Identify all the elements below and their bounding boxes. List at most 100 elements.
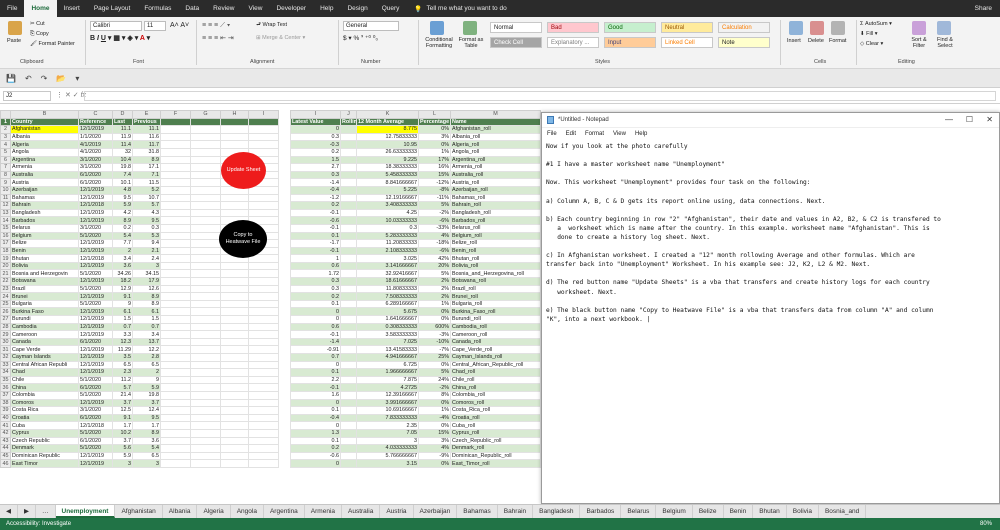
cell[interactable] bbox=[248, 261, 279, 271]
cell[interactable] bbox=[190, 140, 221, 149]
cell[interactable]: East_Timor_roll bbox=[450, 459, 541, 468]
cell[interactable] bbox=[160, 246, 191, 256]
cell[interactable] bbox=[220, 315, 249, 324]
cell[interactable]: 3.7 bbox=[132, 398, 161, 408]
sort-filter-button[interactable]: Sort & Filter bbox=[906, 37, 932, 49]
cell[interactable] bbox=[220, 360, 249, 370]
row-number[interactable]: 38 bbox=[0, 398, 11, 408]
cell[interactable]: 3.7 bbox=[112, 436, 133, 446]
cell[interactable]: Croatia bbox=[10, 413, 79, 423]
column-header[interactable]: J bbox=[340, 110, 357, 119]
row-number[interactable]: 33 bbox=[0, 360, 11, 370]
cell[interactable]: 32 bbox=[112, 147, 133, 157]
cell[interactable]: Bahamas bbox=[10, 193, 79, 203]
cell[interactable]: 5/1/2020 bbox=[78, 375, 113, 385]
save-icon[interactable]: 💾 bbox=[6, 74, 16, 83]
sheet-tab[interactable]: Bosnia_and bbox=[819, 505, 867, 518]
cell[interactable] bbox=[248, 383, 279, 392]
cell[interactable] bbox=[160, 292, 191, 301]
corner-cell[interactable] bbox=[0, 110, 11, 119]
cell[interactable] bbox=[190, 398, 221, 408]
wrap-text-button[interactable]: ⮐ Wrap Text bbox=[256, 21, 287, 30]
cell[interactable]: 17.1 bbox=[132, 163, 161, 172]
sheet-tab[interactable]: Bangladesh bbox=[533, 505, 581, 518]
cell[interactable]: Chad bbox=[10, 368, 79, 377]
row-number[interactable]: 43 bbox=[0, 436, 11, 446]
cell[interactable]: -7% bbox=[418, 345, 451, 354]
cell[interactable]: 0.1 bbox=[290, 368, 341, 377]
fill-button[interactable]: ⬇ Fill ▾ bbox=[860, 30, 877, 39]
style-cell[interactable]: Note bbox=[718, 37, 770, 48]
ribbon-tab-query[interactable]: Query bbox=[375, 0, 407, 17]
cell[interactable]: 0.1 bbox=[290, 436, 341, 446]
cell[interactable]: -0.6 bbox=[290, 216, 341, 225]
cell[interactable]: 12/1/2019 bbox=[78, 398, 113, 408]
sheet-tab[interactable]: Bahamas bbox=[457, 505, 498, 518]
cell[interactable]: 5.3 bbox=[132, 231, 161, 241]
cell[interactable] bbox=[190, 451, 221, 461]
cell[interactable]: 0.3 bbox=[356, 223, 419, 233]
cell[interactable] bbox=[190, 428, 221, 438]
cell[interactable] bbox=[190, 163, 221, 172]
row-number[interactable]: 15 bbox=[0, 223, 11, 233]
cell[interactable]: 0% bbox=[418, 315, 451, 324]
cell[interactable]: 17% bbox=[418, 155, 451, 165]
cell[interactable]: 2% bbox=[418, 277, 451, 286]
cell[interactable]: 18.2 bbox=[112, 277, 133, 286]
cell[interactable]: 5.4 bbox=[112, 231, 133, 241]
cell[interactable] bbox=[190, 117, 221, 127]
align-left-buttons[interactable]: ≡ ≡ ≡ ⇤ ⇥ bbox=[202, 34, 234, 43]
cell[interactable]: 4% bbox=[418, 444, 451, 453]
cell[interactable]: -0.1 bbox=[290, 208, 341, 218]
cell[interactable] bbox=[340, 444, 357, 453]
ribbon-tab-view[interactable]: View bbox=[241, 0, 269, 17]
cell[interactable]: Bolivia bbox=[10, 261, 79, 271]
notepad-menu-view[interactable]: View bbox=[613, 131, 626, 137]
cell[interactable] bbox=[160, 261, 191, 271]
cell[interactable]: 12.39166667 bbox=[356, 390, 419, 400]
cell[interactable]: Belize_roll bbox=[450, 239, 541, 248]
row-number[interactable]: 42 bbox=[0, 428, 11, 438]
cell[interactable] bbox=[190, 277, 221, 286]
cell[interactable]: 5.9 bbox=[132, 383, 161, 392]
cell[interactable]: 18.38333333 bbox=[356, 163, 419, 172]
cell[interactable]: Chad_roll bbox=[450, 368, 541, 377]
cell[interactable] bbox=[160, 277, 191, 286]
cell[interactable]: 1 bbox=[290, 254, 341, 263]
cell[interactable] bbox=[340, 390, 357, 400]
ribbon-tab-home[interactable]: Home bbox=[24, 0, 57, 17]
row-number[interactable]: 14 bbox=[0, 216, 11, 225]
cell[interactable]: Central_African_Republic_roll bbox=[450, 360, 541, 370]
cell[interactable]: 0 bbox=[290, 315, 341, 324]
table-header-cell[interactable]: Previous bbox=[132, 117, 161, 127]
cell[interactable] bbox=[190, 337, 221, 347]
cell[interactable]: 3.15 bbox=[356, 459, 419, 468]
cell[interactable]: 5/1/2020 bbox=[78, 444, 113, 453]
cell[interactable] bbox=[160, 299, 191, 309]
cell[interactable] bbox=[248, 413, 279, 423]
cell[interactable]: 15% bbox=[418, 428, 451, 438]
cell[interactable] bbox=[160, 421, 191, 430]
cell[interactable]: Denmark bbox=[10, 444, 79, 453]
cell[interactable] bbox=[340, 322, 357, 332]
cell[interactable] bbox=[190, 330, 221, 339]
cell[interactable]: 12.9 bbox=[112, 284, 133, 294]
sheet-tab[interactable]: Australia bbox=[342, 505, 381, 518]
open-icon[interactable]: 📂 bbox=[56, 74, 66, 83]
cell[interactable] bbox=[340, 345, 357, 354]
cell[interactable] bbox=[340, 315, 357, 324]
cell[interactable]: Cyprus_roll bbox=[450, 428, 541, 438]
format-as-table-button[interactable]: Format as Table bbox=[458, 37, 484, 49]
cell[interactable]: 10.2 bbox=[112, 428, 133, 438]
cell[interactable] bbox=[220, 444, 249, 453]
row-number[interactable]: 10 bbox=[0, 185, 11, 195]
cell[interactable] bbox=[160, 406, 191, 415]
cell[interactable]: 10.69166667 bbox=[356, 406, 419, 415]
bold-button[interactable]: B I U ▾ ▦ ▾ ◈ ▾ A ▾ bbox=[90, 34, 150, 43]
cell[interactable]: 0.3 bbox=[290, 277, 341, 286]
cell[interactable] bbox=[190, 254, 221, 263]
cell[interactable] bbox=[248, 185, 279, 195]
cell[interactable] bbox=[190, 155, 221, 165]
cell[interactable] bbox=[220, 117, 249, 127]
ribbon-tab-page-layout[interactable]: Page Layout bbox=[87, 0, 138, 17]
